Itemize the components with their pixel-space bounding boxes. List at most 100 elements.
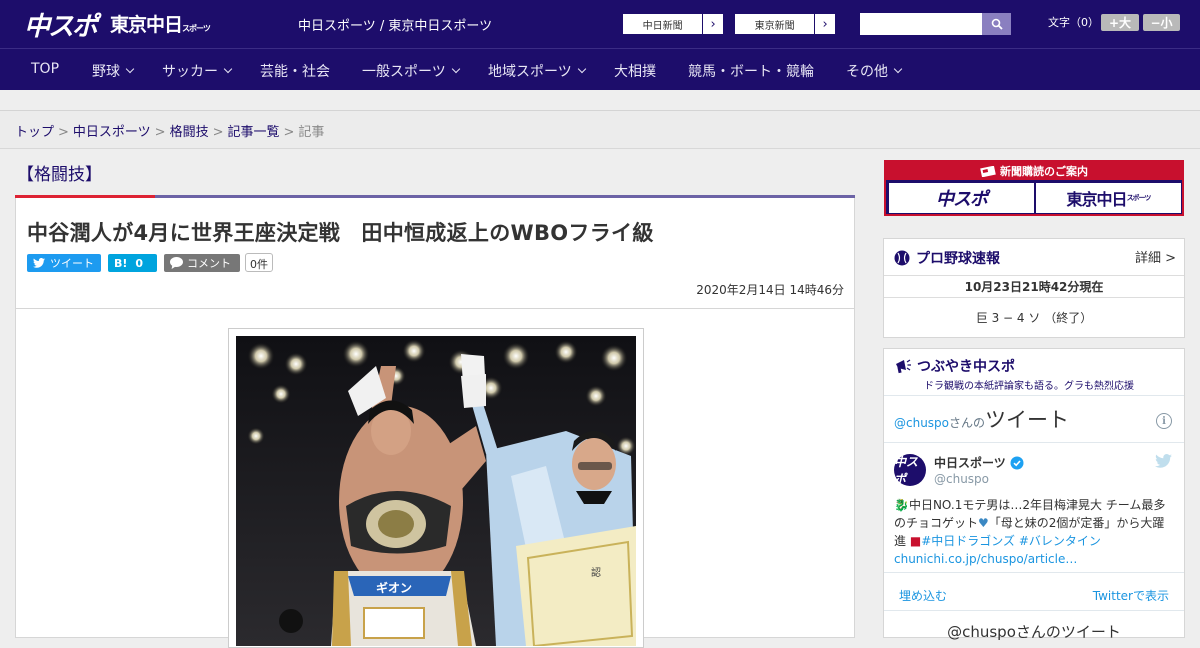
view-on-twitter-link[interactable]: Twitterで表示 [1093,587,1169,604]
tweet-hashtags[interactable]: #中日ドラゴンズ #バレンタイン [921,534,1101,548]
article-divider [16,308,854,309]
nav-label: 地域スポーツ [488,64,572,80]
twitter-bird-icon[interactable] [1155,454,1172,468]
baseball-score[interactable]: 巨 3 − 4 ソ （終了） [884,309,1184,326]
breadcrumb-separator: > [154,125,166,140]
baseball-details-link[interactable]: 詳細 > [1135,247,1176,266]
breadcrumb-chuspo[interactable]: 中日スポーツ [73,125,151,140]
svg-text:ギオン: ギオン [376,580,412,595]
twitter-bird-icon [33,258,45,268]
nav-label: 芸能・社会 [260,64,330,80]
search-button[interactable] [982,13,1011,35]
info-icon[interactable]: i [1156,413,1172,429]
tokyo-logo-small: スポーツ [182,24,211,33]
nav-label: 野球 [92,64,120,80]
chunichi-shimbun-label: 中日新聞 [642,20,683,32]
tweet-author-handle[interactable]: @chuspo [934,472,989,486]
nav-soccer[interactable]: サッカー [162,61,233,81]
banner-chuspo-link[interactable]: 中スポ [889,183,1034,213]
timeline-title: ツイート [985,408,1070,432]
chevron-down-icon [125,64,135,74]
baseball-title-text: プロ野球速報 [916,251,1000,267]
tokyo-logo-text: 東京中日 [110,14,183,36]
tsubuyaki-title-text: つぶやき中スポ [917,359,1015,375]
chevron-right-icon: › [814,14,835,34]
tweet-text: 🐉中日NO.1モテ男は…2年目梅津晃大 チーム最多のチョコゲット♥「母と妹の2個… [894,496,1176,568]
hatena-icon: B! [114,256,128,270]
article-photo[interactable]: 認 ギオン [236,336,636,646]
banner-title: 新聞購読のご案内 [1000,165,1088,178]
nav-racing[interactable]: 競馬・ボート・競輪 [688,61,814,81]
nav-local-sports[interactable]: 地域スポーツ [488,61,586,81]
search-icon [991,18,1003,30]
more-tweets-link[interactable]: @chuspoさんのツイート [884,610,1184,641]
baseball-timestamp: 10月23日21時42分現在 [884,275,1184,298]
article-headline: 中谷潤人が4月に世界王座決定戦 田中恒成返上のWBOフライ級 [27,221,654,245]
embed-link[interactable]: 埋め込む [899,587,947,604]
breadcrumb-martial-arts[interactable]: 格闘技 [170,125,209,140]
timeline-suffix: さんの [949,416,986,430]
publish-date: 2020年2月14日 14時46分 [696,283,844,297]
chunichi-shimbun-button[interactable]: 中日新聞 › [622,13,724,35]
nav-label: 一般スポーツ [362,64,446,80]
tokyo-shimbun-button[interactable]: 東京新聞 › [734,13,836,35]
tokyo-shimbun-label: 東京新聞 [754,20,795,32]
banner-tokyo-text: 東京中日 [1066,190,1128,209]
hatena-count: 0 [135,256,144,270]
gift-emoji-icon: ■ [909,534,922,548]
category-label: 【格闘技】 [17,165,102,185]
verified-badge-icon [1010,456,1024,469]
subscription-banner[interactable]: 新聞購読のご案内 中スポ 東京中日 スポーツ [884,160,1184,216]
breadcrumb-separator: > [283,125,295,140]
avatar[interactable]: 中スポ [894,454,926,486]
font-size-label: 文字（0） [1048,16,1099,29]
banner-tokyo-link[interactable]: 東京中日 スポーツ [1036,183,1181,213]
banner-title-bar: 新聞購読のご案内 [886,162,1182,180]
tokyo-chunichi-logo[interactable]: 東京中日スポーツ [110,10,211,37]
svg-text:認: 認 [591,566,601,579]
breadcrumb-current: 記事 [298,125,325,140]
tweet-author-name[interactable]: 中日スポーツ [934,454,1024,471]
nav-sumo[interactable]: 大相撲 [614,61,656,81]
chevron-right-icon: › [702,14,723,34]
nav-baseball[interactable]: 野球 [92,61,135,81]
article-card: 中谷潤人が4月に世界王座決定戦 田中恒成返上のWBOフライ級 ツイート B! 0… [15,198,855,648]
dragon-emoji-icon: 🐉 [894,498,909,512]
nav-other[interactable]: その他 [846,61,903,81]
blue-heart-icon: ♥ [978,516,989,530]
timeline-handle: @chuspo [894,416,950,430]
nav-label: その他 [846,64,888,80]
timeline-header[interactable]: @chuspoさんのツイート [894,404,1069,434]
nav-top[interactable]: TOP [31,61,59,77]
nav-label: 競馬・ボート・競輪 [688,64,814,80]
search-input[interactable] [860,13,982,35]
banner-tokyo-small: スポーツ [1126,194,1152,202]
nav-entertainment[interactable]: 芸能・社会 [260,61,330,81]
boxing-victory-photo: 認 ギオン [236,336,636,646]
spacer-strip [0,90,1200,111]
breadcrumb-top[interactable]: トップ [15,125,54,140]
font-smaller-button[interactable]: −小 [1143,14,1180,31]
font-larger-button[interactable]: +大 [1101,14,1139,31]
breadcrumb-article-list[interactable]: 記事一覧 [228,125,280,140]
breadcrumb-separator: > [212,125,224,140]
site-title[interactable]: 中日スポーツ / 東京中日スポーツ [298,15,492,34]
breadcrumb: トップ > 中日スポーツ > 格闘技 > 記事一覧 > 記事 [0,111,1200,149]
tweet-label: ツイート [50,257,94,270]
nav-label: サッカー [162,64,218,80]
baseball-title: プロ野球速報 [894,248,1000,268]
tweet-link[interactable]: chunichi.co.jp/chuspo/article… [894,552,1077,566]
tweet-button[interactable]: ツイート [27,254,101,272]
hatena-bookmark-button[interactable]: B! 0 [108,254,157,272]
tsubuyaki-subtitle: ドラ観戦の本紙評論家も語る。グラも熱烈応援 [924,381,1134,392]
comment-count: 0件 [245,253,273,272]
nav-general-sports[interactable]: 一般スポーツ [362,61,460,81]
chuspo-logo[interactable]: 中スポ [24,6,98,43]
timeline-divider [884,442,1184,443]
chevron-down-icon [893,64,903,74]
article-photo-frame: 認 ギオン [228,328,644,648]
comment-button[interactable]: コメント [164,254,240,272]
top-header: 中スポ 東京中日スポーツ 中日スポーツ / 東京中日スポーツ 中日新聞 › 東京… [0,0,1200,48]
tsubuyaki-title: つぶやき中スポ [894,356,1015,376]
breadcrumb-separator: > [58,125,69,140]
